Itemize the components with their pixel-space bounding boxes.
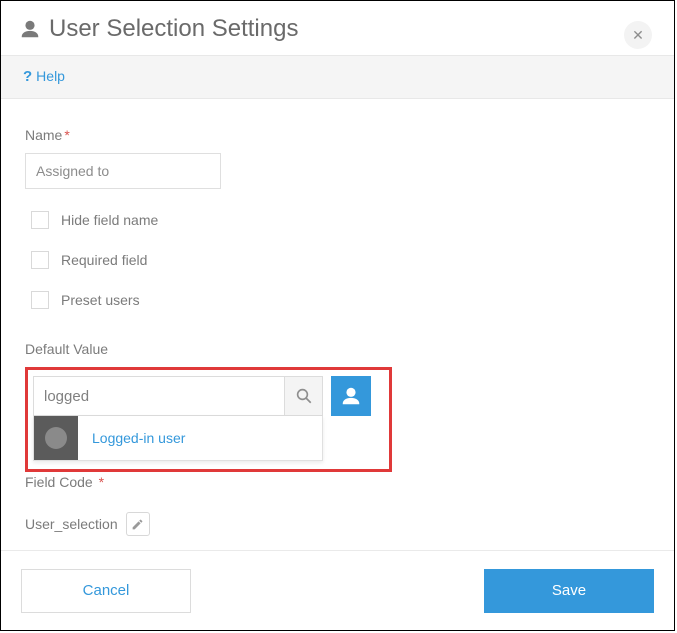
hide-field-name-label: Hide field name — [61, 212, 158, 228]
required-field-label: Required field — [61, 252, 147, 268]
close-button[interactable]: ✕ — [624, 21, 652, 49]
avatar — [34, 416, 78, 460]
dialog-header: User Selection Settings — [1, 1, 674, 55]
cancel-button[interactable]: Cancel — [21, 569, 191, 613]
hide-field-name-checkbox[interactable] — [31, 211, 49, 229]
help-label: Help — [36, 68, 65, 84]
default-value-search-row — [33, 376, 381, 416]
field-code-value: User_selection — [25, 516, 118, 532]
help-icon: ? — [23, 68, 32, 85]
help-bar: ?Help — [1, 55, 674, 99]
suggestion-label: Logged-in user — [92, 430, 185, 446]
preset-users-label: Preset users — [61, 292, 140, 308]
preset-users-row: Preset users — [31, 291, 650, 309]
save-button[interactable]: Save — [484, 569, 654, 613]
required-asterisk: * — [64, 127, 69, 143]
required-field-row: Required field — [31, 251, 650, 269]
suggestion-logged-in-user[interactable]: Logged-in user — [34, 416, 322, 460]
field-code-row: User_selection — [25, 512, 650, 536]
dialog-title: User Selection Settings — [49, 15, 298, 43]
edit-field-code-button[interactable] — [126, 512, 150, 536]
default-value-label: Default Value — [25, 341, 650, 357]
search-button[interactable] — [284, 377, 322, 415]
search-input-wrap — [33, 376, 323, 416]
help-link[interactable]: ?Help — [23, 68, 65, 84]
pencil-icon — [131, 518, 144, 531]
preset-users-checkbox[interactable] — [31, 291, 49, 309]
user-group-icon — [340, 385, 362, 407]
required-field-checkbox[interactable] — [31, 251, 49, 269]
user-selection-settings-dialog: User Selection Settings ✕ ?Help Name* Hi… — [0, 0, 675, 631]
default-value-search-input[interactable] — [34, 377, 284, 415]
org-picker-button[interactable] — [331, 376, 371, 416]
dialog-body: Name* Hide field name Required field Pre… — [1, 99, 674, 536]
search-suggestions-dropdown: Logged-in user — [33, 416, 323, 461]
close-icon: ✕ — [632, 28, 644, 42]
name-input[interactable] — [25, 153, 221, 189]
hide-field-name-row: Hide field name — [31, 211, 650, 229]
field-code-label: Field Code * — [25, 474, 650, 490]
user-icon — [19, 18, 41, 40]
default-value-highlight: Logged-in user — [25, 367, 392, 472]
search-icon — [295, 387, 313, 405]
name-label: Name* — [25, 127, 650, 143]
required-asterisk: * — [99, 474, 104, 490]
default-value-section: Default Value — [25, 341, 650, 490]
avatar-placeholder-icon — [45, 427, 67, 449]
dialog-footer: Cancel Save — [1, 550, 674, 630]
